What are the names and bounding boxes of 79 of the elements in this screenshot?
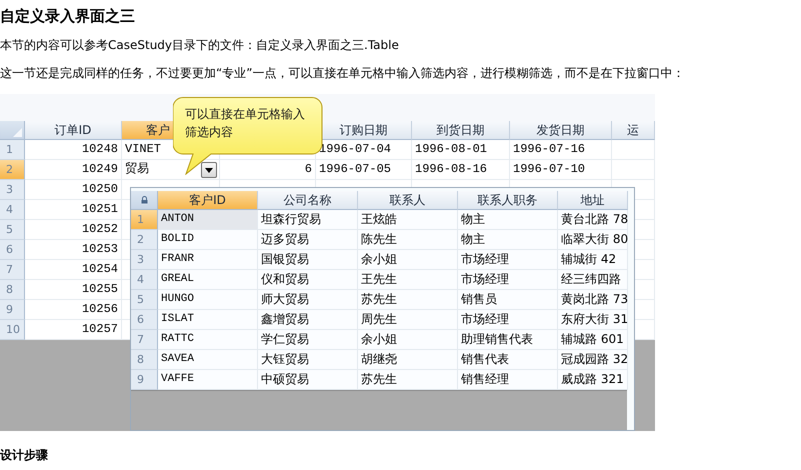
cell-text: 1996-07-16	[513, 141, 586, 158]
table-cell[interactable]: 销售经理	[458, 370, 558, 390]
cell-text: 10256	[82, 301, 118, 318]
table-cell[interactable]: 王先生	[358, 270, 458, 290]
table-cell[interactable]: 威成路 321	[558, 370, 628, 390]
column-header[interactable]: 客户	[122, 121, 173, 140]
table-cell[interactable]: 师大贸易	[258, 290, 358, 310]
table-cell[interactable]: VAFFE	[158, 370, 258, 390]
table-cell[interactable]: 大钰贸易	[258, 350, 358, 370]
table-cell[interactable]: 东府大街 31	[558, 310, 628, 330]
table-cell[interactable]: 胡继尧	[358, 350, 458, 370]
table-cell[interactable]: 经三纬四路	[558, 270, 628, 290]
table-cell[interactable]: 中硕贸易	[258, 370, 358, 390]
section-heading: 设计步骤	[0, 447, 49, 463]
table-cell[interactable]: 辅城街 42	[558, 250, 628, 270]
table-cell[interactable]: 迈多贸易	[258, 230, 358, 250]
cell-text: 10254	[82, 261, 118, 278]
table-cell[interactable]: 辅城路 601	[558, 330, 628, 350]
cell-text: VINET	[125, 141, 162, 158]
table-cell[interactable]: 学仁贸易	[258, 330, 358, 350]
cell-text: 10250	[82, 181, 118, 198]
table-cell[interactable]: FRANR	[158, 250, 258, 270]
cell-text: 10255	[82, 281, 118, 298]
column-header[interactable]: 运	[612, 121, 655, 140]
table-cell[interactable]: SAVEA	[158, 350, 258, 370]
table-cell[interactable]: 市场经理	[458, 250, 558, 270]
column-header[interactable]: 发货日期	[510, 121, 612, 140]
table-cell[interactable]: 助理销售代表	[458, 330, 558, 350]
cell-text: 10252	[82, 221, 118, 238]
column-header[interactable]: 公司名称	[258, 191, 358, 210]
table-cell[interactable]: RATTC	[158, 330, 258, 350]
cell-text: 1996-08-01	[415, 141, 488, 158]
tooltip-text: 可以直接在单元格输入筛选内容	[185, 106, 306, 141]
cell-text: 10249	[82, 161, 118, 178]
table-cell[interactable]: HUNGO	[158, 290, 258, 310]
table-cell[interactable]: 坦森行贸易	[258, 210, 358, 230]
table-cell[interactable]: 市场经理	[458, 310, 558, 330]
table-cell[interactable]: 国银贸易	[258, 250, 358, 270]
table-cell[interactable]: 物主	[458, 210, 558, 230]
column-header[interactable]: 联系人	[358, 191, 458, 210]
cell-text: 1996-07-10	[513, 161, 586, 178]
table-cell[interactable]: 销售员	[458, 290, 558, 310]
cell-text: 6	[304, 161, 312, 178]
table-cell[interactable]: 余小姐	[358, 250, 458, 270]
table-cell[interactable]: 黄台北路 78	[558, 210, 628, 230]
cell-text: 1996-08-16	[415, 161, 488, 178]
cell-text: 10257	[82, 321, 118, 338]
table-cell[interactable]: 苏先生	[358, 370, 458, 390]
cell-text: 10248	[82, 141, 118, 158]
cell-text: 1996-07-04	[319, 141, 392, 158]
table-cell[interactable]: 黄岗北路 73	[558, 290, 628, 310]
table-cell[interactable]: 王炫皓	[358, 210, 458, 230]
cell-text: 贸易	[125, 161, 149, 178]
table-cell[interactable]: 余小姐	[358, 330, 458, 350]
table-cell[interactable]: BOLID	[158, 230, 258, 250]
description-text: 这一节还是完成同样的任务，不过要更加“专业”一点，可以直接在单元格中输入筛选内容，进行模糊筛选，而不是在下拉窗口中：	[0, 65, 686, 82]
intro-text: 本节的内容可以参考CaseStudy目录下的文件：自定义录入界面之三.Table	[0, 37, 400, 54]
table-cell[interactable]: 冠成园路 32	[558, 350, 628, 370]
table-cell[interactable]: GREAL	[158, 270, 258, 290]
table-cell[interactable]: 市场经理	[458, 270, 558, 290]
table-cell[interactable]: 仪和贸易	[258, 270, 358, 290]
cell-text: 1996-07-05	[319, 161, 392, 178]
column-header[interactable]: 订单ID	[25, 121, 122, 140]
table-cell[interactable]: 销售代表	[458, 350, 558, 370]
table-cell[interactable]: ISLAT	[158, 310, 258, 330]
column-header[interactable]: 联系人职务	[458, 191, 558, 210]
cell-text: 10251	[82, 201, 118, 218]
table-cell[interactable]: 临翠大街 80	[558, 230, 628, 250]
table-cell[interactable]: 物主	[458, 230, 558, 250]
table-cell[interactable]: ANTON	[158, 210, 258, 230]
table-cell[interactable]: 周先生	[358, 310, 458, 330]
table-cell[interactable]: 陈先生	[358, 230, 458, 250]
page-title: 自定义录入界面之三	[0, 6, 136, 26]
table-cell[interactable]: 鑫增贸易	[258, 310, 358, 330]
column-header[interactable]: 地址	[558, 191, 628, 210]
column-header[interactable]: 客户ID	[158, 191, 258, 210]
column-header[interactable]: 到货日期	[412, 121, 510, 140]
cell-text: 10253	[82, 241, 118, 258]
table-cell[interactable]: 苏先生	[358, 290, 458, 310]
